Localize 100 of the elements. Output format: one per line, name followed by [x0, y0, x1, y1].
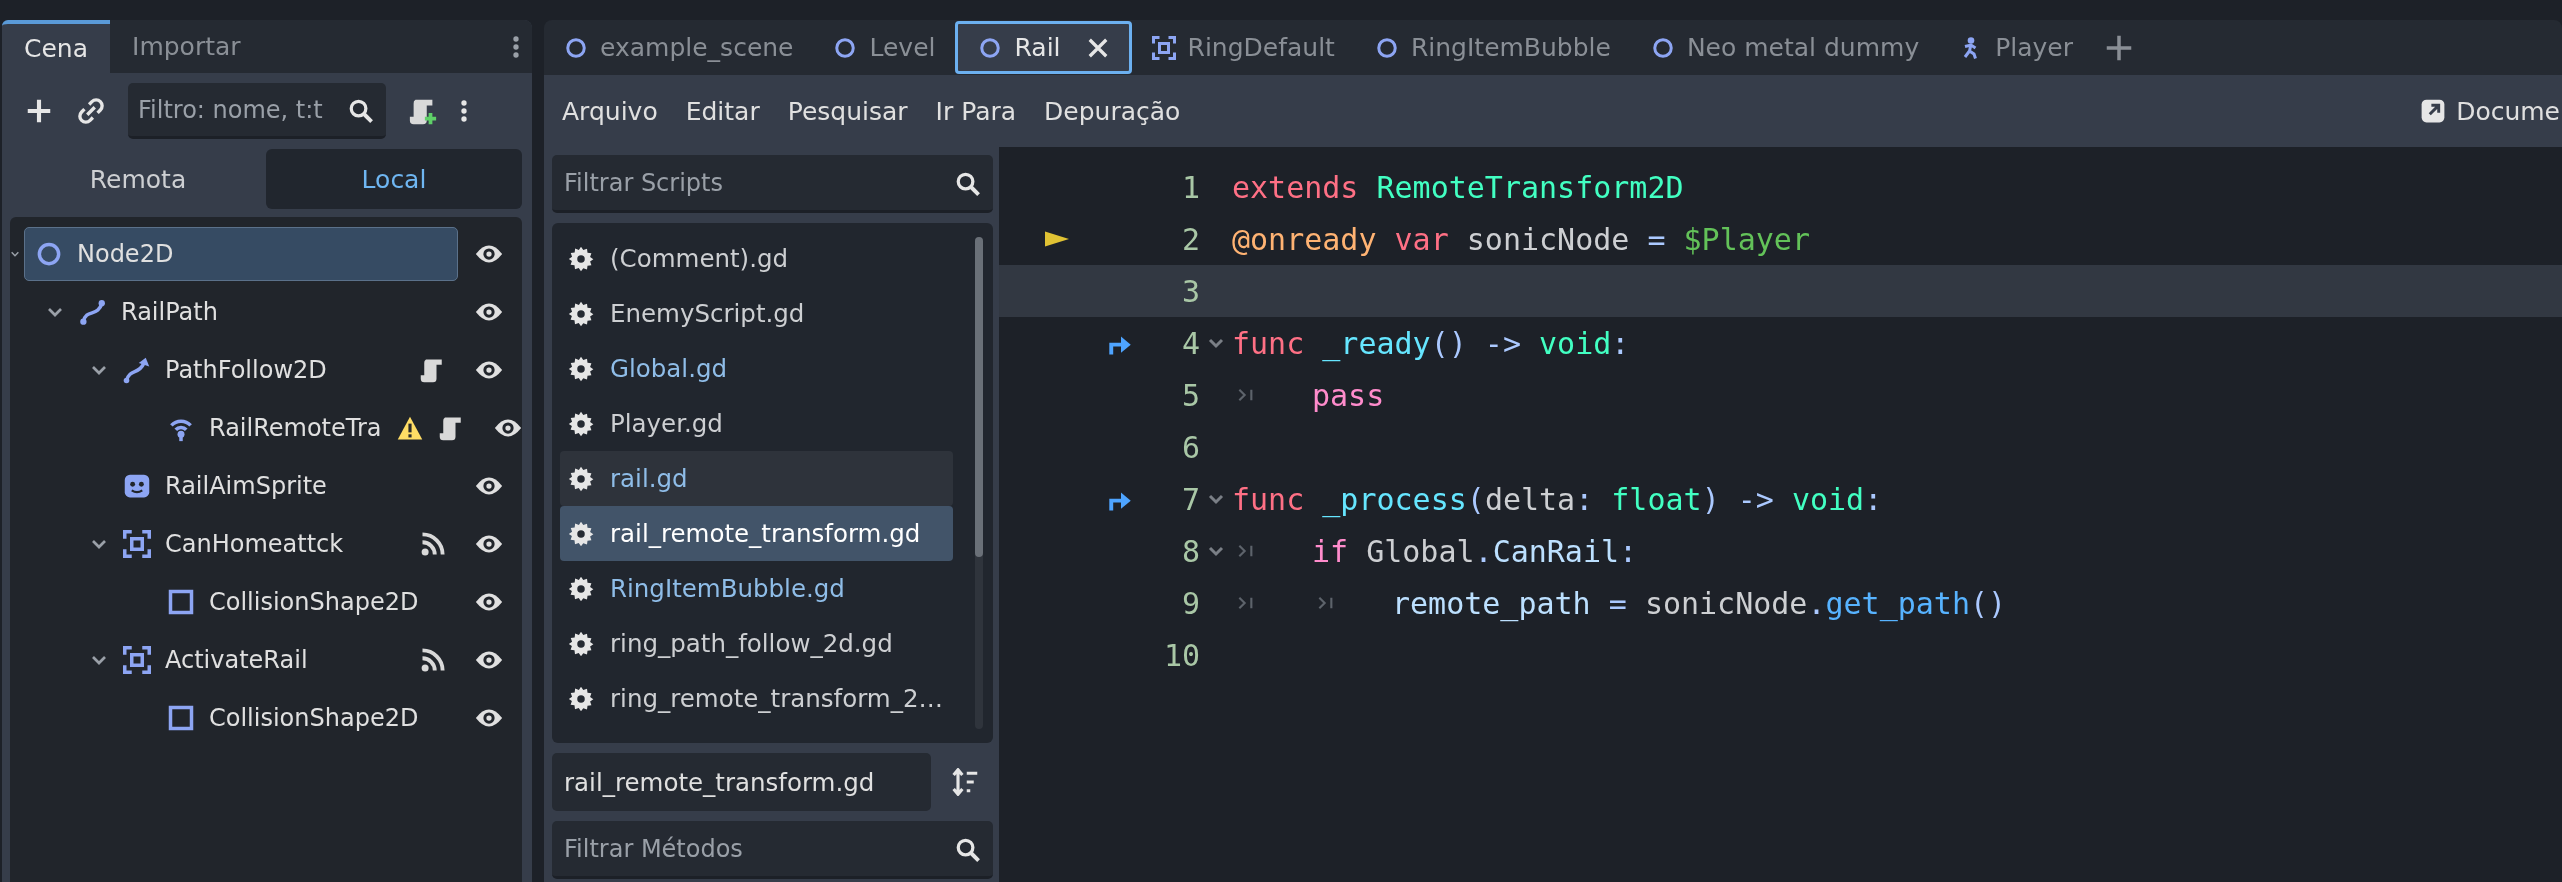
square-shape-icon: [167, 704, 195, 732]
curve-path-icon: [79, 298, 107, 326]
code-token: pass: [1312, 377, 1385, 413]
script-name: ring_path_follow_2d.gd: [610, 629, 893, 658]
code-token: @onready: [1232, 221, 1378, 257]
docs-link[interactable]: Docume: [2420, 96, 2562, 126]
signal-icon[interactable]: [419, 530, 447, 558]
mode-tab[interactable]: Remota: [10, 149, 266, 209]
script-item[interactable]: ring_path_follow_2d.gd: [560, 616, 953, 671]
gear-icon: [568, 300, 594, 327]
gear-icon: [568, 245, 594, 272]
script-name: (Comment).gd: [610, 244, 789, 273]
code-token: .: [1807, 585, 1826, 621]
circle-node-icon: [35, 240, 63, 268]
script-item[interactable]: rail.gd: [560, 451, 953, 506]
dock-tab[interactable]: Cena: [2, 20, 110, 73]
link-icon[interactable]: [76, 96, 106, 126]
scene-tab[interactable]: Neo metal dummy: [1630, 21, 1940, 74]
script-name: rail_remote_transform.gd: [610, 519, 921, 548]
script-name: Player.gd: [610, 409, 723, 438]
tree-node[interactable]: ActivateRail: [112, 633, 458, 687]
line-number: 8: [1180, 533, 1200, 569]
scene-tab[interactable]: Player: [1939, 21, 2093, 74]
signal-icon[interactable]: [419, 646, 447, 674]
scene-tab[interactable]: Level: [813, 21, 956, 74]
code-token: :: [1611, 325, 1630, 361]
code-token: void: [1791, 481, 1865, 517]
script-name: Global.gd: [610, 354, 728, 383]
scene-tab[interactable]: RingDefault: [1131, 21, 1355, 74]
circle-node-icon: [833, 35, 858, 60]
tree-node[interactable]: RailPath: [68, 285, 458, 339]
add-icon[interactable]: [2105, 33, 2133, 62]
filter-field[interactable]: Filtro: nome, t:t: [128, 83, 386, 139]
tree-node[interactable]: PathFollow2D: [112, 343, 458, 397]
tab-indent-icon: [1238, 595, 1254, 611]
more-options-icon[interactable]: [460, 98, 468, 124]
filter-scripts-field[interactable]: Filtrar Scripts: [552, 155, 993, 213]
menu-item[interactable]: Arquivo: [548, 96, 672, 126]
tree-node[interactable]: RailRemoteTra: [156, 401, 477, 455]
tree-node[interactable]: Node2D: [24, 227, 458, 281]
circle-node-icon: [1650, 35, 1675, 60]
tab-indent-icon: [1238, 543, 1254, 559]
circle-node-icon: [564, 35, 588, 60]
scene-tab[interactable]: example_scene: [544, 21, 814, 74]
code-token: var: [1394, 221, 1450, 257]
search-icon: [348, 98, 374, 124]
area-node-icon: [123, 530, 151, 558]
code-token: :: [1864, 481, 1883, 517]
line-number: 1: [1180, 169, 1200, 205]
line-number: 6: [1180, 429, 1200, 465]
search-icon: [955, 171, 981, 197]
line-number: 10: [1162, 637, 1200, 673]
sort-icon[interactable]: [951, 768, 979, 796]
filter-methods-field[interactable]: Filtrar Métodos: [552, 821, 993, 879]
script-item[interactable]: rail_remote_transform.gd: [560, 506, 953, 561]
tree-node[interactable]: CollisionShape2D: [156, 691, 458, 745]
script-name: rail.gd: [610, 464, 688, 493]
code-token: _process: [1322, 481, 1467, 517]
scrollbar[interactable]: [975, 237, 983, 729]
code-token: =: [1647, 221, 1667, 257]
code-token: .: [1474, 533, 1493, 569]
more-options-icon[interactable]: [512, 33, 520, 60]
script-item[interactable]: (Comment).gd: [560, 231, 953, 286]
code-token: sonicNode: [1466, 221, 1631, 257]
code-token: func: [1232, 325, 1306, 361]
dock-tab[interactable]: Importar: [110, 20, 263, 73]
curve-arrow-icon: [123, 356, 151, 384]
code-token: delta: [1484, 481, 1576, 517]
menu-item[interactable]: Editar: [671, 96, 774, 126]
tree-node[interactable]: CanHomeattck: [112, 517, 458, 571]
script-item[interactable]: ring_remote_transform_2…: [560, 671, 953, 726]
scene-tab[interactable]: RingItemBubble: [1354, 21, 1631, 74]
code-token: Global: [1366, 533, 1475, 569]
script-item[interactable]: Player.gd: [560, 396, 953, 451]
pointer-icon[interactable]: [1045, 231, 1069, 247]
script-name: ring_remote_transform_2…: [610, 684, 944, 713]
line-number: 7: [1180, 481, 1200, 517]
script-item[interactable]: Global.gd: [560, 341, 953, 396]
tree-node[interactable]: CollisionShape2D: [156, 575, 458, 629]
script-item[interactable]: RingItemBubble.gd: [560, 561, 953, 616]
scene-tab[interactable]: Rail: [955, 21, 1132, 74]
menu-item[interactable]: Depuração: [1030, 96, 1195, 126]
square-shape-icon: [167, 588, 195, 616]
gear-icon: [568, 520, 594, 547]
tab-indent-icon: [1318, 595, 1334, 611]
code-token: CanRail: [1492, 533, 1620, 569]
menu-item[interactable]: Pesquisar: [773, 96, 922, 126]
gear-icon: [568, 685, 594, 712]
area-node-icon: [123, 646, 151, 674]
circle-node-icon: [978, 35, 1003, 60]
gear-icon: [568, 465, 594, 492]
close-icon[interactable]: [1086, 36, 1109, 59]
line-number: 5: [1180, 377, 1200, 413]
script-item[interactable]: EnemyScript.gd: [560, 286, 953, 341]
line-number: 4: [1180, 325, 1200, 361]
code-token: sonicNode: [1644, 585, 1808, 621]
gear-icon: [568, 630, 594, 657]
menu-item[interactable]: Ir Para: [921, 96, 1031, 126]
tree-node[interactable]: RailAimSprite: [112, 459, 458, 513]
mode-tab[interactable]: Local: [266, 149, 522, 209]
